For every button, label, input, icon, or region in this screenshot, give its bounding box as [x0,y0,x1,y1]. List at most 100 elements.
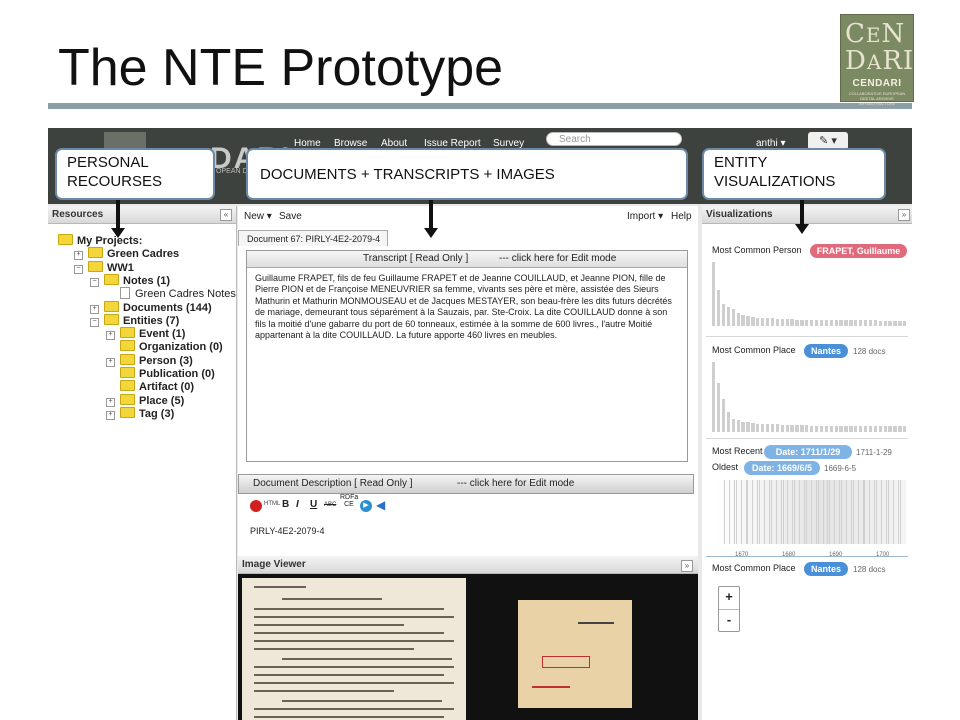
histogram-bar[interactable] [868,425,873,432]
strike-button[interactable]: ABC [324,502,336,508]
histogram-bar[interactable] [731,418,735,432]
histogram-bar[interactable] [775,318,780,326]
histogram-bar[interactable] [819,319,824,326]
histogram-bar[interactable] [839,425,843,432]
histogram-bar[interactable] [805,319,809,326]
help-button[interactable]: Help [671,208,692,226]
histogram-bar[interactable] [878,320,882,326]
date-timeline[interactable] [716,480,906,544]
histogram-bar[interactable] [805,425,809,432]
histogram-bar[interactable] [824,425,829,432]
histogram-bar[interactable] [854,320,858,326]
tree-item[interactable]: − Entities (7) [90,313,179,327]
expand-icon[interactable]: + [106,331,115,341]
histogram-bar[interactable] [721,399,726,432]
histogram-bar[interactable] [873,320,878,326]
tree-item[interactable]: + Documents (144) [90,300,212,314]
histogram-bar[interactable] [883,320,887,326]
histogram-bar[interactable] [741,315,745,326]
histogram-bar[interactable] [716,290,721,326]
collapse-icon[interactable]: − [90,317,99,327]
html-record-icon[interactable] [250,500,262,512]
histogram-bar[interactable] [863,425,868,432]
zoom-out-button[interactable]: - [719,610,739,632]
histogram-bar[interactable] [839,319,843,326]
histogram-bar[interactable] [736,420,740,432]
collapse-viewer-icon[interactable]: » [681,560,693,572]
histogram-bar[interactable] [761,318,765,326]
new-menu-button[interactable]: New ▾ [244,208,272,226]
scanned-card-image[interactable] [518,600,632,708]
bold-button[interactable]: B [282,499,289,510]
play-icon[interactable]: ▶ [360,500,372,512]
place-pill[interactable]: Nantes [804,344,848,358]
most-recent-pill[interactable]: Date: 1711/1/29 [764,445,852,459]
person-pill[interactable]: FRAPET, Guillaume [810,244,907,258]
tree-item[interactable]: Artifact (0) [106,380,194,393]
histogram-bar[interactable] [878,426,882,432]
histogram-bar[interactable] [824,319,829,326]
histogram-bar[interactable] [770,318,775,326]
histogram-bar[interactable] [898,426,902,432]
histogram-bar[interactable] [844,319,848,326]
tree-item[interactable]: My Projects: [58,234,142,247]
description-text[interactable]: PIRLY-4E2-2079-4 [250,526,325,536]
zoom-in-button[interactable]: + [719,587,739,610]
histogram-bar[interactable] [765,424,770,432]
histogram-bar[interactable] [716,383,721,432]
histogram-bar[interactable] [898,320,902,326]
histogram-bar[interactable] [829,425,833,432]
tree-item[interactable]: + Tag (3) [106,406,174,420]
transcript-text[interactable]: Guillaume FRAPET, fils de feu Guillaume … [255,273,679,341]
expand-icon[interactable]: + [106,410,115,420]
histogram-bar[interactable] [800,319,804,326]
tab-document-67[interactable]: Document 67: PIRLY-4E2-2079-4 [238,230,388,246]
histogram-bar[interactable] [819,425,824,432]
tree-item[interactable]: + Place (5) [106,393,184,407]
description-header[interactable]: Document Description [ Read Only ] --- c… [238,474,694,494]
histogram-bar[interactable] [721,304,726,326]
tree-item[interactable]: Organization (0) [106,340,223,353]
histogram-bar[interactable] [868,320,873,326]
html-button[interactable]: HTML [264,501,280,507]
histogram-bar[interactable] [761,423,765,432]
histogram-bar[interactable] [849,320,853,326]
histogram-bar[interactable] [863,320,868,326]
histogram-bar[interactable] [741,421,745,432]
histogram-bar[interactable] [780,425,784,432]
histogram-bar[interactable] [888,320,892,326]
histogram-bar[interactable] [795,319,799,326]
expand-icon[interactable]: + [106,397,115,407]
histogram-bar[interactable] [800,425,804,432]
expand-icon[interactable]: + [106,357,115,367]
histogram-bar[interactable] [814,425,819,432]
histogram-bar[interactable] [859,425,863,432]
histogram-bar[interactable] [883,426,887,432]
transcript-edit-link[interactable]: --- click here for Edit mode [499,251,616,267]
share-icon[interactable]: ◀ [376,498,385,512]
rdfa-button[interactable]: RDFa CE [340,494,358,508]
histogram-bar[interactable] [756,317,760,326]
histogram-bar[interactable] [814,319,819,326]
histogram-bar[interactable] [751,317,755,326]
histogram-bar[interactable] [712,362,716,432]
histogram-bar[interactable] [888,426,892,432]
tree-item[interactable]: − WW1 [74,260,134,274]
collapse-left-icon[interactable]: « [220,209,232,221]
histogram-bar[interactable] [849,425,853,432]
search-input[interactable]: Search [546,132,682,146]
collapse-icon[interactable]: − [90,277,99,287]
histogram-bar[interactable] [780,318,784,326]
histogram-bar[interactable] [873,426,878,432]
histogram-bar[interactable] [790,318,794,326]
histogram-bar[interactable] [903,320,907,326]
expand-icon[interactable]: + [74,251,83,261]
underline-button[interactable]: U [310,499,317,510]
transcript-header[interactable]: Transcript [ Read Only ] --- click here … [247,251,687,268]
histogram-bar[interactable] [844,425,848,432]
histogram-bar[interactable] [770,424,775,432]
histogram-bar[interactable] [731,308,735,326]
tree-item[interactable]: + Green Cadres [74,247,179,261]
histogram-bar[interactable] [834,425,838,432]
histogram-bar[interactable] [756,423,760,432]
